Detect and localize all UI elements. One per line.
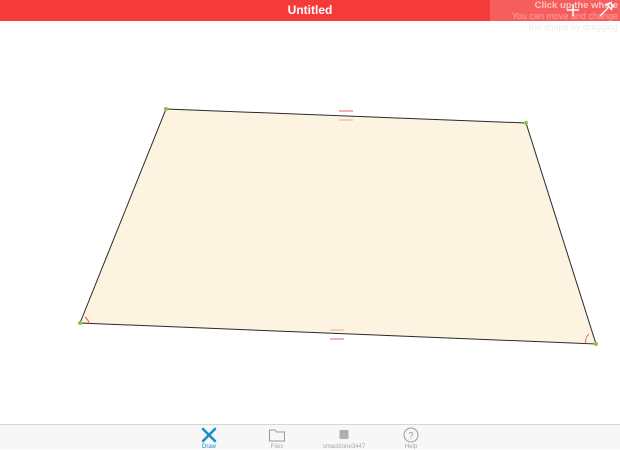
- plus-icon: [567, 4, 579, 16]
- vertex-handle[interactable]: [524, 121, 528, 125]
- help-icon: ?: [403, 427, 419, 443]
- hammer-icon: [599, 2, 614, 17]
- draw-icon: [201, 427, 217, 443]
- top-bar: Untitled Click up the whole You can move…: [0, 0, 620, 36]
- vertex-handle[interactable]: [78, 321, 82, 325]
- drawing-canvas[interactable]: [0, 21, 620, 424]
- vertex-handle[interactable]: [594, 342, 598, 346]
- tab-label: smacktone3447: [322, 444, 366, 450]
- tab-label: Draw: [201, 444, 216, 450]
- tab-label: Help: [404, 444, 418, 450]
- tab-files[interactable]: Files: [247, 425, 307, 450]
- tab-label: Files: [270, 444, 284, 450]
- add-button[interactable]: [563, 1, 583, 19]
- svg-text:?: ?: [408, 431, 413, 441]
- tab-account[interactable]: smacktone3447: [314, 425, 374, 450]
- tab-draw[interactable]: Draw: [179, 425, 239, 450]
- vertex-handle[interactable]: [164, 107, 168, 111]
- square-icon: [339, 430, 349, 439]
- tab-help[interactable]: ? Help: [381, 425, 441, 450]
- folder-icon: [269, 429, 285, 442]
- tools-button[interactable]: [596, 1, 616, 19]
- bottom-tab-bar: Draw Files smacktone3447 ? Help: [0, 424, 620, 450]
- drawn-shape[interactable]: [79, 108, 597, 345]
